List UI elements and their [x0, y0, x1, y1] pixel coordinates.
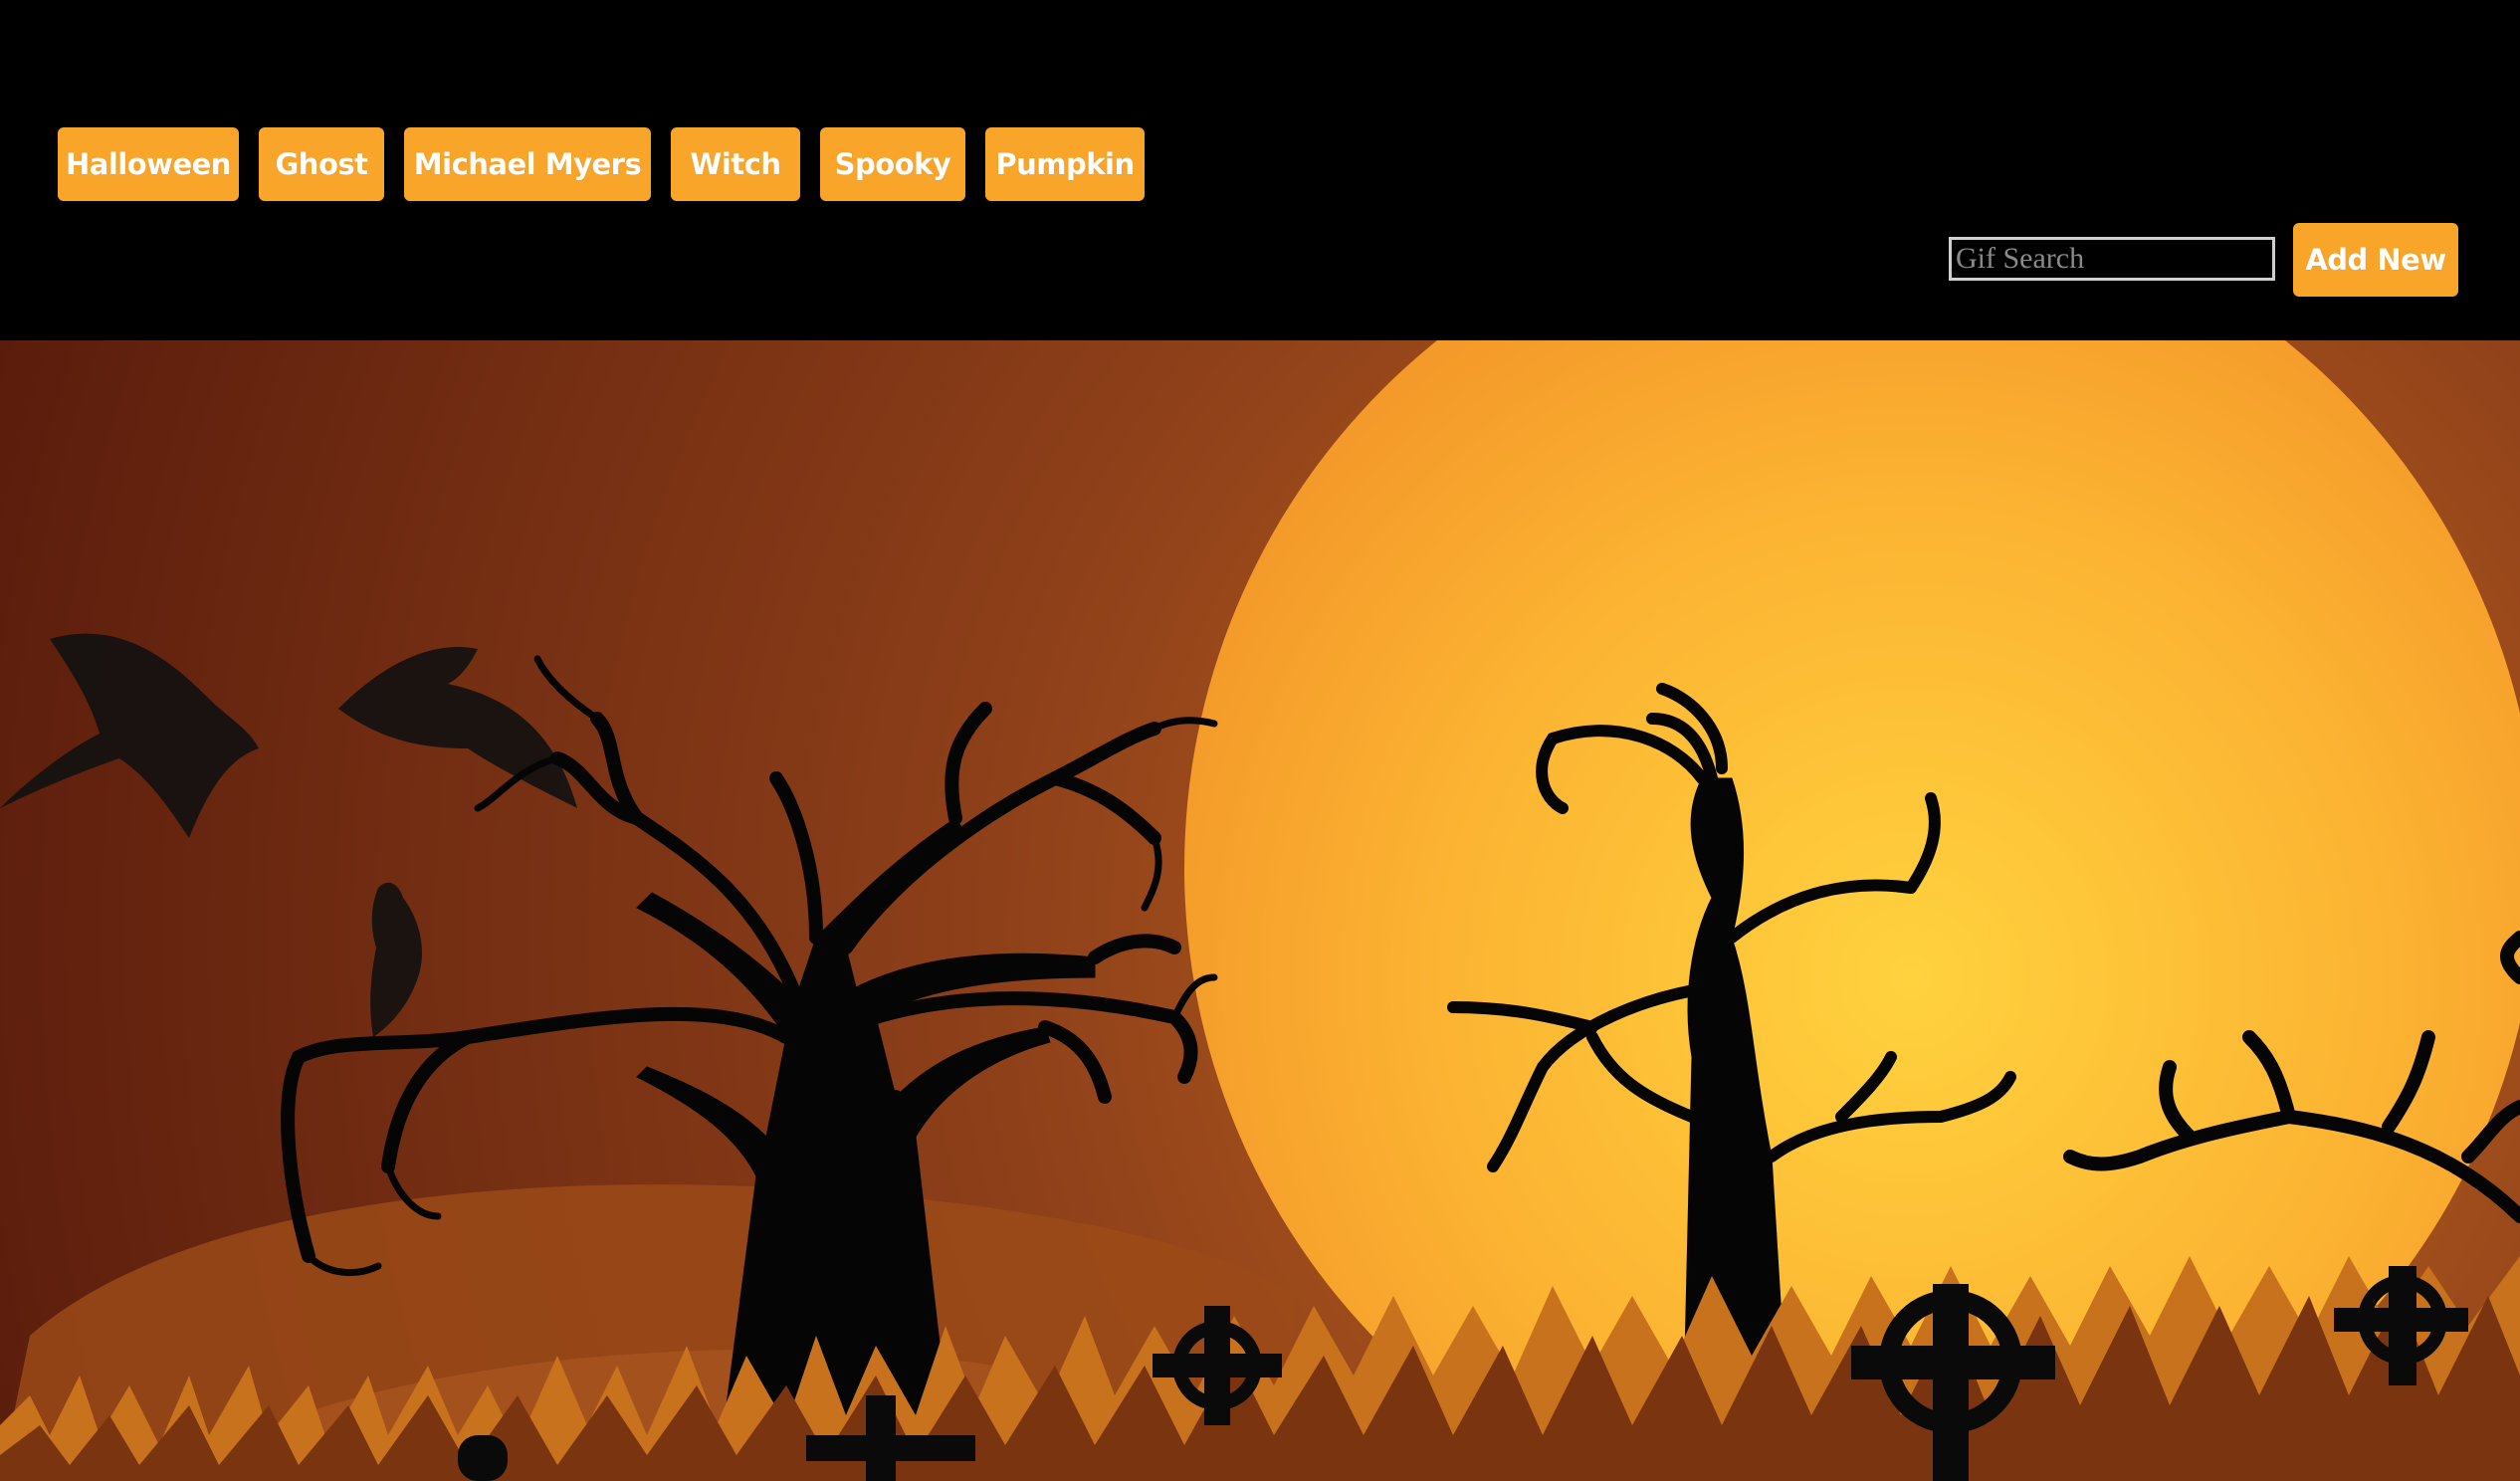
category-button-witch[interactable]: Witch [671, 127, 800, 201]
moon-icon [1184, 340, 2520, 1481]
category-button-spooky[interactable]: Spooky [820, 127, 965, 201]
top-bar: Halloween Ghost Michael Myers Witch Spoo… [0, 0, 2520, 340]
gif-search-input[interactable] [1949, 237, 2275, 281]
halloween-gif-illustration [0, 340, 2520, 1481]
category-button-pumpkin[interactable]: Pumpkin [985, 127, 1145, 201]
category-button-ghost[interactable]: Ghost [259, 127, 384, 201]
category-button-michael-myers[interactable]: Michael Myers [404, 127, 651, 201]
gif-image[interactable] [0, 340, 2520, 1481]
add-new-button[interactable]: Add New [2293, 223, 2458, 297]
category-button-halloween[interactable]: Halloween [58, 127, 239, 201]
